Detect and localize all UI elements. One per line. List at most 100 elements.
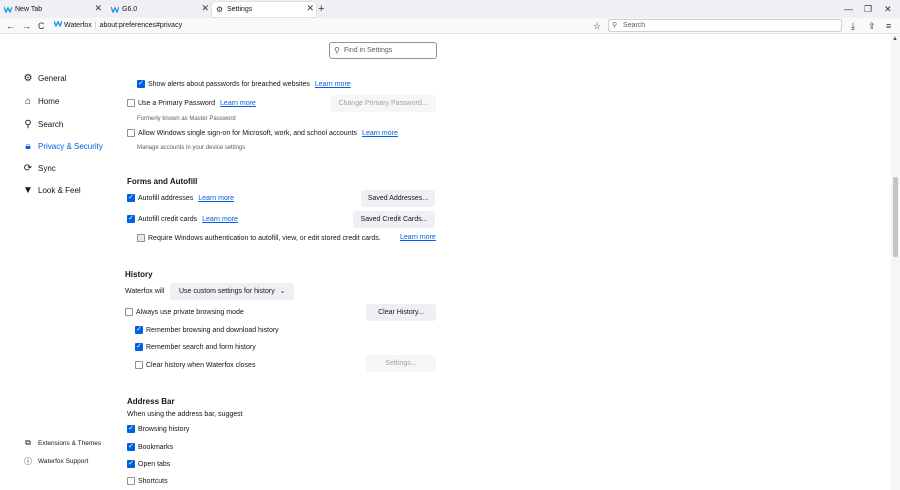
waterfox-favicon-icon xyxy=(3,6,13,14)
sidebar-extensions-themes[interactable]: ⧉ Extensions & Themes xyxy=(22,438,101,448)
close-tab-icon[interactable]: ✕ xyxy=(201,3,209,14)
saved-credit-cards-button[interactable]: Saved Credit Cards... xyxy=(353,211,435,228)
sidebar-item-label: Sync xyxy=(38,164,56,173)
remember-browsing-checkbox[interactable]: ✓ Remember browsing and download history xyxy=(135,326,279,334)
checkbox-label: Always use private browsing mode xyxy=(136,308,244,316)
history-mode-value: Use custom settings for history xyxy=(179,288,275,295)
shortcuts-checkbox[interactable]: Shortcuts xyxy=(127,477,168,485)
open-tabs-checkbox[interactable]: ✓ Open tabs xyxy=(127,460,170,468)
bookmarks-checkbox[interactable]: ✓ Bookmarks xyxy=(127,443,173,451)
learn-more-link[interactable]: Learn more xyxy=(220,100,256,107)
close-tab-icon[interactable]: ✕ xyxy=(306,3,314,14)
history-mode-select[interactable]: Use custom settings for history ⌄ xyxy=(170,283,294,300)
learn-more-link[interactable]: Learn more xyxy=(202,216,238,223)
minimize-button[interactable]: — xyxy=(844,2,853,16)
sidebar-item-label: Extensions & Themes xyxy=(38,439,102,447)
checkbox-unchecked-icon xyxy=(135,361,143,369)
learn-more-link[interactable]: Learn more xyxy=(315,81,351,88)
checkbox-unchecked-icon xyxy=(127,129,135,137)
brush-icon: ▼ xyxy=(23,185,33,196)
sidebar-item-home[interactable]: ⌂ Home xyxy=(22,96,59,107)
private-mode-checkbox[interactable]: Always use private browsing mode xyxy=(125,308,244,316)
find-placeholder: Find in Settings xyxy=(344,47,393,54)
history-settings-button[interactable]: Settings... xyxy=(366,355,436,372)
settings-page: ⚲ Find in Settings ⚙ General ⌂ Home ⚲ Searc… xyxy=(0,35,900,490)
tab-settings[interactable]: ⚙ Settings ✕ xyxy=(212,2,316,17)
waterfox-favicon-icon xyxy=(110,6,120,14)
checkbox-label: Clear history when Waterfox closes xyxy=(146,361,256,369)
checkbox-label: Bookmarks xyxy=(138,443,174,451)
back-button[interactable]: ← xyxy=(6,19,15,33)
tab-strip: New Tab ✕ G6.0 ✕ ⚙ Settings ✕ + — ❐ ✕ xyxy=(0,0,900,18)
scroll-up-icon[interactable]: ▲ xyxy=(892,36,898,42)
manage-accounts-note: Manage accounts in your device settings xyxy=(137,145,246,151)
suggest-label: When using the address bar, suggest xyxy=(127,411,243,418)
autofill-cards-checkbox[interactable]: ✓ Autofill credit cards Learn more xyxy=(127,215,238,223)
clear-history-button[interactable]: Clear History... xyxy=(366,304,436,321)
close-tab-icon[interactable]: ✕ xyxy=(94,3,102,14)
menu-icon[interactable]: ≡ xyxy=(886,19,891,33)
search-icon: ⚲ xyxy=(334,46,340,55)
scrollbar-thumb[interactable] xyxy=(893,177,898,257)
checkbox-checked-icon: ✓ xyxy=(127,443,135,451)
page-scrollbar[interactable]: ▲ xyxy=(891,35,900,490)
require-auth-learn-more[interactable]: Learn more xyxy=(395,234,436,241)
search-icon: ⚲ xyxy=(24,119,32,130)
checkbox-label: Use a Primary Password xyxy=(138,99,216,107)
reload-button[interactable]: C xyxy=(38,19,45,33)
checkbox-label: Autofill credit cards xyxy=(138,215,198,223)
sidebar-item-search[interactable]: ⚲ Search xyxy=(22,119,63,130)
nav-toolbar: ← → C Waterfox | about:preferences#privacy… xyxy=(0,18,900,34)
url-bar[interactable]: Waterfox | about:preferences#privacy xyxy=(53,20,604,32)
checkbox-checked-icon: ✓ xyxy=(127,460,135,468)
sidebar-item-label: Look & Feel xyxy=(38,186,81,195)
sidebar-item-general[interactable]: ⚙ General xyxy=(22,73,67,84)
checkbox-label: Shortcuts xyxy=(138,477,168,485)
clear-on-close-checkbox[interactable]: Clear history when Waterfox closes xyxy=(135,361,255,369)
history-will-label: Waterfox will xyxy=(125,288,164,295)
checkbox-unchecked-icon xyxy=(137,234,145,242)
waterfox-logo-icon xyxy=(53,20,64,32)
sidebar-item-label: General xyxy=(38,74,67,83)
primary-password-checkbox[interactable]: Use a Primary Password Learn more xyxy=(127,99,256,107)
checkbox-label: Autofill addresses xyxy=(138,194,194,202)
chevron-down-icon: ⌄ xyxy=(279,288,286,295)
remember-search-checkbox[interactable]: ✓ Remember search and form history xyxy=(135,343,256,351)
tab-new-tab[interactable]: New Tab ✕ xyxy=(0,2,104,17)
tab-label: New Tab xyxy=(15,6,43,13)
close-window-button[interactable]: ✕ xyxy=(884,2,892,16)
search-input[interactable]: ⚲ Search xyxy=(608,19,842,32)
sidebar-item-label: Search xyxy=(38,120,64,129)
checkbox-checked-icon: ✓ xyxy=(127,425,135,433)
checkbox-label: Open tabs xyxy=(138,460,171,468)
maximize-button[interactable]: ❐ xyxy=(864,2,872,16)
breach-alerts-checkbox[interactable]: ✓ Show alerts about passwords for breache… xyxy=(137,80,351,88)
sidebar-item-label: Privacy & Security xyxy=(38,142,103,151)
learn-more-link[interactable]: Learn more xyxy=(400,234,436,241)
address-bar-heading: Address Bar xyxy=(127,397,175,406)
tab-g6[interactable]: G6.0 ✕ xyxy=(107,2,211,17)
saved-addresses-button[interactable]: Saved Addresses... xyxy=(361,190,435,207)
sidebar-item-look-feel[interactable]: ▼ Look & Feel xyxy=(22,185,81,196)
require-auth-checkbox[interactable]: Require Windows authentication to autofi… xyxy=(137,234,381,242)
sidebar-item-sync[interactable]: ⟳ Sync xyxy=(22,163,56,174)
learn-more-link[interactable]: Learn more xyxy=(198,195,234,202)
new-tab-button[interactable]: + xyxy=(318,2,324,16)
sidebar-item-privacy[interactable]: 🔒︎ Privacy & Security xyxy=(22,141,103,152)
help-icon: ⓘ xyxy=(24,457,32,466)
change-primary-password-button[interactable]: Change Primary Password... xyxy=(330,95,436,112)
windows-sso-checkbox[interactable]: Allow Windows single sign-on for Microso… xyxy=(127,129,398,137)
downloads-icon[interactable]: ⤓ xyxy=(851,19,855,33)
sync-icon: ⟳ xyxy=(23,163,33,174)
share-icon[interactable]: ⇪ xyxy=(868,19,876,33)
bookmark-star-icon[interactable]: ☆ xyxy=(593,19,601,33)
browsing-history-checkbox[interactable]: ✓ Browsing history xyxy=(127,425,189,433)
autofill-addresses-checkbox[interactable]: ✓ Autofill addresses Learn more xyxy=(127,194,234,202)
forms-autofill-heading: Forms and Autofill xyxy=(127,177,198,186)
lock-icon: 🔒︎ xyxy=(25,141,31,152)
sidebar-support[interactable]: ⓘ Waterfox Support xyxy=(22,456,88,467)
forward-button[interactable]: → xyxy=(22,19,31,33)
learn-more-link[interactable]: Learn more xyxy=(362,130,398,137)
find-in-settings-input[interactable]: ⚲ Find in Settings xyxy=(329,42,437,59)
gear-icon: ⚙ xyxy=(23,73,33,84)
